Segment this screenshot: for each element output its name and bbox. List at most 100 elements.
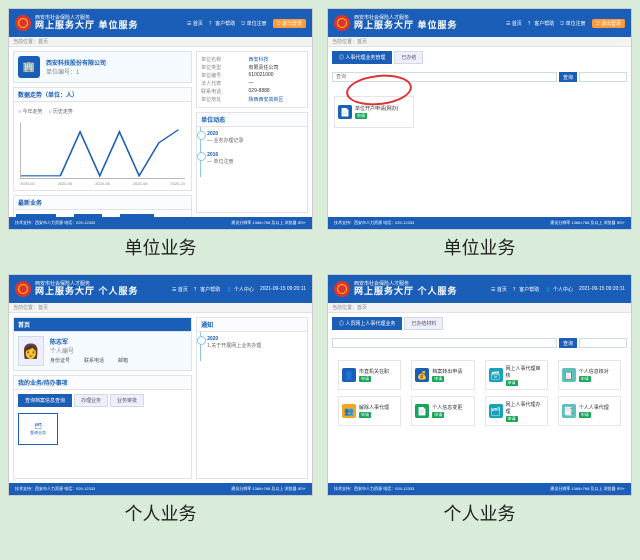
tile-label: 网上人事代理办理 (506, 401, 544, 415)
user-name: 陈志军 (50, 337, 128, 346)
breadcrumb: 当前位置：首页 (328, 303, 631, 313)
pers-info-card: 首页 👩 陈志军 个人编号 身份证号联系电话邮箱 (13, 317, 192, 371)
tab-row: ◎ 人员网上人事代理业务 已办结材料 (332, 317, 627, 330)
tile-icon: 🗂 (489, 404, 503, 418)
tab-done[interactable]: 已办结材料 (404, 317, 443, 330)
service-tile-6[interactable]: 🗂网上人事代理办理申请 (485, 396, 548, 426)
search-input[interactable] (332, 338, 557, 348)
corp-info-card: 🏢 西安科技股份有限公司 单位编号：1 (13, 51, 192, 83)
tab-row: ◎ 人事代理业务管理 已办结 (332, 51, 627, 64)
doc-icon: 📄 (338, 105, 352, 119)
tile-icon: 📋 (562, 368, 576, 382)
tile-corp-apply[interactable]: 📄 单位开户申请(网办)申请 (334, 96, 414, 128)
header: 西安市社会保险人才服务网上服务大厅 单位服务 ☰ 首页 ？ 客户帮助 ⎋ 单位注… (9, 9, 312, 37)
tile-badge: 申请 (359, 376, 371, 382)
notice-card: 通知 20201.关于开展网上业务办理 (196, 317, 308, 479)
tile-label: 个人信息核对 (579, 368, 609, 375)
tab-2[interactable]: 办理业务 (74, 394, 108, 407)
kv-card: 单位名称西安科技 单位类型有限责任公司 单位编号610021000 法人代表— … (196, 51, 308, 108)
header: 西安市社会保险人才服务网上服务大厅 单位服务 ☰ 首页 ？ 客户帮助 ⎋ 单位注… (328, 9, 631, 37)
tab-done[interactable]: 已办结 (394, 51, 423, 64)
tile-label: 档案转出申请 (432, 368, 462, 375)
header: 西安市社会保险人才服务网上服务大厅 个人服务 ☰ 首页 ？ 客户帮助 👤 个人中… (328, 275, 631, 303)
filter-select[interactable] (579, 72, 627, 82)
tab-1[interactable]: 查询档案信息查询 (18, 394, 72, 407)
screenshot-corp-dashboard: 西安市社会保险人才服务网上服务大厅 单位服务 ☰ 首页 ？ 客户帮助 ⎋ 单位注… (8, 8, 313, 230)
search-button[interactable]: 查询 (559, 338, 577, 348)
nav-logout[interactable]: ⎋ 单位注册 (241, 20, 266, 27)
toggle-current[interactable]: 今年走势 (18, 108, 42, 115)
tile-icon: 👤 (342, 368, 356, 382)
search-button[interactable]: 查询 (559, 72, 577, 82)
tile-icon: 👥 (342, 404, 356, 418)
chart-title: 数据走势（单位：人） (14, 88, 191, 102)
emblem-icon (334, 281, 350, 297)
tile-icon: 📑 (562, 404, 576, 418)
nav-help[interactable]: ？ 客户帮助 (194, 286, 220, 293)
nav-help[interactable]: ？ 客户帮助 (209, 20, 235, 27)
footer-bar: 技术支持：西安市人力资源 电话：029-12333建议分辨率 1366×768 … (328, 483, 631, 495)
caption: 个人业务 (8, 500, 313, 526)
caption: 个人业务 (327, 500, 632, 526)
nav-user[interactable]: 👤 个人中心 (545, 286, 573, 293)
timeline-card: 单位动态 2020— 业务办理记录 2016— 单位注册 (196, 112, 308, 213)
toggle-history[interactable]: 历史走势 (48, 108, 72, 115)
tile-badge: 申请 (579, 412, 591, 418)
nav-time: 2021-09-15 09:20:11 (260, 286, 306, 292)
file-tile[interactable]: 🗂 查询业务 (18, 413, 58, 445)
nav-exit[interactable]: ⎋ 退出登录 (592, 19, 625, 28)
tile-badge: 申请 (359, 412, 371, 418)
corp-logo-icon: 🏢 (18, 56, 40, 78)
tile-badge: 申请 (432, 376, 444, 382)
emblem-icon (15, 281, 31, 297)
nav-user[interactable]: 👤 个人中心 (226, 286, 254, 293)
breadcrumb: 当前位置：首页 (9, 303, 312, 313)
tile-icon: 💰 (415, 368, 429, 382)
tile-badge: 申请 (506, 416, 518, 422)
mywork-card: 我的业务/待办事项 查询档案信息查询 办理业务 业务审批 🗂 查询业务 (13, 375, 192, 479)
chart-card: 数据走势（单位：人） 今年走势 历史走势 2020-022020-042020-… (13, 87, 192, 191)
service-tile-3[interactable]: 📋个人信息核对申请 (558, 360, 621, 390)
service-tile-4[interactable]: 👥解除人事代理申请 (338, 396, 401, 426)
filter-select[interactable] (579, 338, 627, 348)
service-tile-5[interactable]: 📄个人信息变更申请 (411, 396, 474, 426)
caption: 单位业务 (8, 234, 313, 260)
emblem-icon (334, 15, 350, 31)
nav-help[interactable]: ？ 客户帮助 (528, 20, 554, 27)
tile-badge: 申请 (432, 412, 444, 418)
nav-exit[interactable]: ⎋ 退出登录 (273, 19, 306, 28)
nav-home[interactable]: ☰ 首页 (506, 20, 522, 27)
service-tile-0[interactable]: 👤市直机关在职申请 (338, 360, 401, 390)
corp-name: 西安科技股份有限公司 (46, 58, 106, 67)
service-tile-2[interactable]: 🗃网上人事代理审核申请 (485, 360, 548, 390)
breadcrumb: 当前位置：首页 (9, 37, 312, 47)
tile-label: 网上人事代理审核 (506, 365, 544, 379)
header: 西安市社会保险人才服务网上服务大厅 个人服务 ☰ 首页 ？ 客户帮助 👤 个人中… (9, 275, 312, 303)
screenshot-corp-apply: 西安市社会保险人才服务网上服务大厅 单位服务 ☰ 首页 ？ 客户帮助 ⎋ 单位注… (327, 8, 632, 230)
avatar-icon: 👩 (18, 336, 44, 366)
file-icon: 🗂 (34, 423, 42, 430)
tile-grid: 👤市直机关在职申请💰档案转出申请申请🗃网上人事代理审核申请📋个人信息核对申请👥解… (332, 356, 627, 430)
emblem-icon (15, 15, 31, 31)
caption: 单位业务 (327, 234, 632, 260)
footer-bar: 技术支持：西安市人力资源 电话：029-12333建议分辨率 1366×768 … (9, 217, 312, 229)
service-tile-7[interactable]: 📑个人人事代理申请 (558, 396, 621, 426)
search-input[interactable] (332, 72, 557, 82)
service-tile-1[interactable]: 💰档案转出申请申请 (411, 360, 474, 390)
nav-home[interactable]: ☰ 首页 (172, 286, 188, 293)
line-chart (20, 123, 185, 179)
nav-logout[interactable]: ⎋ 单位注册 (560, 20, 585, 27)
tab-3[interactable]: 业务审批 (110, 394, 144, 407)
screenshot-pers-tiles: 西安市社会保险人才服务网上服务大厅 个人服务 ☰ 首页 ？ 客户帮助 👤 个人中… (327, 274, 632, 496)
nav-home[interactable]: ☰ 首页 (187, 20, 203, 27)
tab-active[interactable]: ◎ 人事代理业务管理 (332, 51, 392, 64)
nav-home[interactable]: ☰ 首页 (491, 286, 507, 293)
screenshot-pers-dashboard: 西安市社会保险人才服务网上服务大厅 个人服务 ☰ 首页 ？ 客户帮助 👤 个人中… (8, 274, 313, 496)
footer-bar: 技术支持：西安市人力资源 电话：029-12333建议分辨率 1366×768 … (328, 217, 631, 229)
tile-label: 个人人事代理 (579, 404, 609, 411)
breadcrumb: 当前位置：首页 (328, 37, 631, 47)
tile-label: 解除人事代理 (359, 404, 389, 411)
tab-active[interactable]: ◎ 人员网上人事代理业务 (332, 317, 402, 330)
nav-help[interactable]: ？ 客户帮助 (513, 286, 539, 293)
tile-badge: 申请 (506, 380, 518, 386)
